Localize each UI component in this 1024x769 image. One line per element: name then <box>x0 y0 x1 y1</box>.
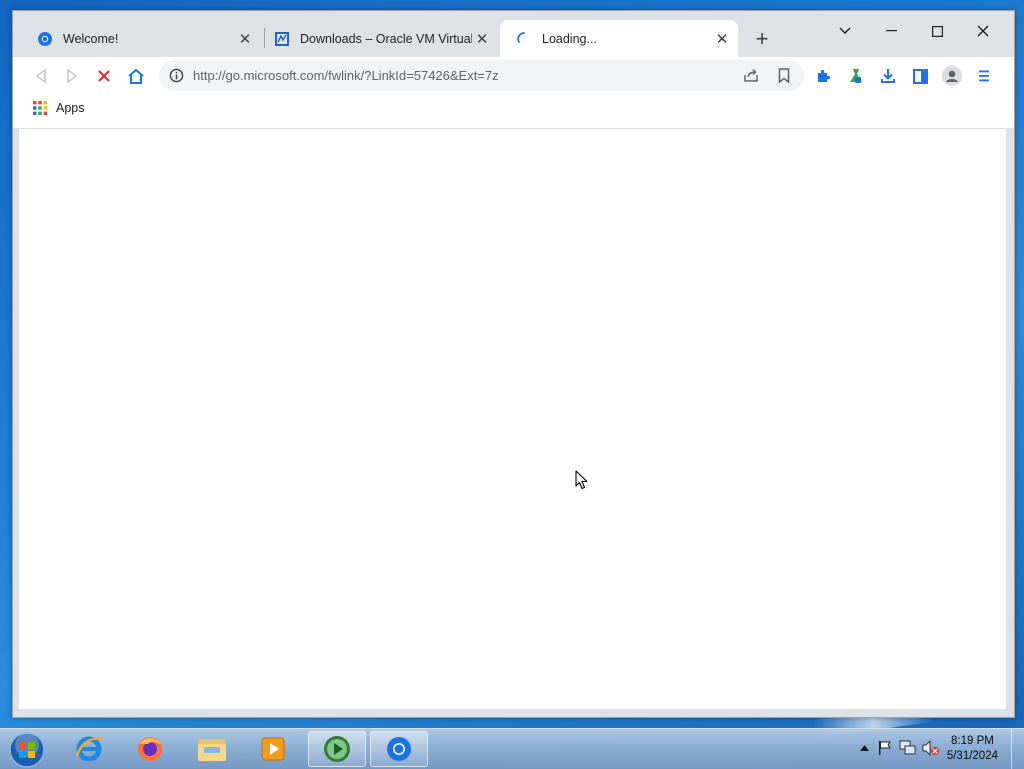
forward-arrow-icon <box>67 69 78 83</box>
profile-button[interactable] <box>938 62 966 90</box>
menu-icon <box>979 70 989 82</box>
close-icon <box>977 25 989 37</box>
tab-title: Downloads – Oracle VM VirtualBox <box>300 31 472 46</box>
taskbar-firefox[interactable] <box>121 731 179 767</box>
home-icon <box>128 68 144 84</box>
tab-close-button[interactable]: ✕ <box>712 29 732 49</box>
page-content[interactable] <box>19 129 1006 709</box>
apps-grid-icon <box>33 101 47 115</box>
show-hidden-icons-button[interactable] <box>860 745 869 751</box>
stop-x-icon <box>98 70 110 82</box>
new-tab-button[interactable]: + <box>750 26 774 51</box>
taskbar-ie[interactable] <box>60 731 118 767</box>
apps-label: Apps <box>56 101 85 115</box>
tab-downloads[interactable]: Downloads – Oracle VM VirtualBox ✕ <box>258 20 498 57</box>
extension-button[interactable] <box>842 62 870 90</box>
tab-title: Welcome! <box>63 31 119 46</box>
side-panel-button[interactable] <box>906 62 934 90</box>
address-bar[interactable]: http://go.microsoft.com/fwlink/?LinkId=5… <box>159 60 804 91</box>
chrome-window: Welcome! ✕ Downloads – Oracle VM Virtual… <box>12 10 1015 718</box>
loading-spinner-icon <box>517 31 525 43</box>
tab-loading[interactable]: Loading... ✕ <box>500 20 738 57</box>
extensions-button[interactable] <box>810 62 838 90</box>
taskbar-chrome[interactable] <box>370 731 428 767</box>
tab-search-button[interactable] <box>829 19 861 43</box>
bookmarks-bar: Apps <box>13 94 1014 129</box>
side-panel-icon <box>912 68 928 84</box>
maximize-button[interactable] <box>921 19 953 43</box>
explorer-icon <box>198 739 226 761</box>
ie-icon <box>75 736 102 762</box>
taskbar-media-center[interactable] <box>308 731 366 767</box>
action-center-flag-icon[interactable] <box>877 740 893 756</box>
tab-strip: Welcome! ✕ Downloads – Oracle VM Virtual… <box>13 11 1014 57</box>
chrome-icon <box>387 737 411 761</box>
apps-shortcut[interactable]: Apps <box>33 101 85 115</box>
media-player-icon <box>261 737 285 761</box>
virtualbox-icon <box>275 31 289 46</box>
taskbar-media-player[interactable] <box>244 731 302 767</box>
share-icon[interactable] <box>743 68 759 83</box>
chevron-down-icon <box>839 27 851 34</box>
tab-title: Loading... <box>542 31 597 46</box>
home-button[interactable] <box>122 62 150 90</box>
info-icon[interactable] <box>169 68 184 83</box>
puzzle-piece-icon <box>818 69 831 82</box>
maximize-icon <box>931 25 943 37</box>
mouse-cursor-icon <box>575 470 588 490</box>
clock-date: 5/31/2024 <box>946 750 998 762</box>
taskbar-explorer[interactable] <box>183 731 241 767</box>
taskbar: 8:19 PM 5/31/2024 <box>0 728 1024 769</box>
tab-welcome[interactable]: Welcome! ✕ <box>21 20 261 57</box>
media-center-icon <box>324 736 350 762</box>
network-icon[interactable] <box>899 740 916 756</box>
tab-close-button[interactable]: ✕ <box>472 29 492 49</box>
tab-close-button[interactable]: ✕ <box>235 29 255 49</box>
start-button[interactable] <box>8 731 46 769</box>
back-button[interactable] <box>27 62 55 90</box>
browser-toolbar: http://go.microsoft.com/fwlink/?LinkId=5… <box>13 57 1014 94</box>
chrome-icon <box>38 31 52 46</box>
minimize-icon <box>885 30 897 32</box>
avatar-icon <box>942 66 962 86</box>
downloads-button[interactable] <box>874 62 902 90</box>
minimize-button[interactable] <box>875 19 907 43</box>
url-text[interactable]: http://go.microsoft.com/fwlink/?LinkId=5… <box>193 68 499 83</box>
clock[interactable]: 8:19 PM 5/31/2024 <box>947 734 998 764</box>
extension-flask-icon <box>850 69 862 83</box>
bookmark-star-icon[interactable] <box>778 68 790 83</box>
show-desktop-button[interactable] <box>1011 729 1024 769</box>
system-tray: 8:19 PM 5/31/2024 <box>834 729 1024 769</box>
menu-button[interactable] <box>970 62 998 90</box>
volume-muted-icon[interactable] <box>922 740 940 756</box>
back-arrow-icon <box>35 69 46 83</box>
forward-button[interactable] <box>58 62 86 90</box>
close-window-button[interactable] <box>967 19 999 43</box>
stop-loading-button[interactable] <box>90 62 118 90</box>
firefox-icon <box>138 737 162 761</box>
clock-time: 8:19 PM <box>951 735 994 747</box>
download-icon <box>881 69 895 83</box>
